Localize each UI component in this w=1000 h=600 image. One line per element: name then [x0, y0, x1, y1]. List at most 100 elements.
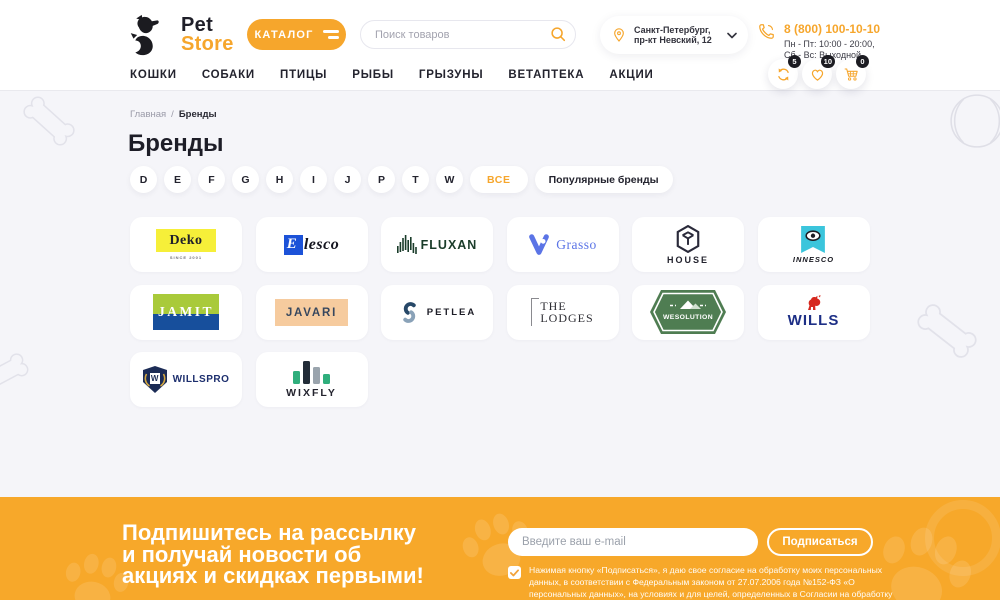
wesolution-logo: WESOLUTION [650, 290, 726, 334]
wixfly-bars-icon [293, 361, 330, 384]
hamburger-icon [323, 30, 339, 39]
phone-number[interactable]: 8 (800) 100-10-10 [784, 22, 880, 36]
letter-filter-d[interactable]: D [130, 166, 157, 193]
nav-item-birds[interactable]: ПТИЦЫ [280, 69, 327, 81]
petlea-swirl-icon [398, 301, 421, 324]
tennis-ball-decoration [948, 92, 1000, 150]
nav-item-sales[interactable]: АКЦИИ [609, 69, 653, 81]
email-input[interactable] [508, 528, 758, 556]
search-icon[interactable] [549, 25, 567, 43]
jamit-logo: JAMIT [153, 294, 219, 330]
javari-logo: JAVARI [275, 299, 348, 326]
bone-decoration [0, 344, 37, 404]
page: Pet Store КАТАЛОГ Санкт-Петербург, пр-кт… [0, 0, 1000, 600]
heart-icon [809, 66, 826, 83]
main-nav: КОШКИ СОБАКИ ПТИЦЫ РЫБЫ ГРЫЗУНЫ ВЕТАПТЕК… [130, 69, 654, 81]
subscribe-button[interactable]: Подписаться [767, 528, 873, 556]
nav-item-cats[interactable]: КОШКИ [130, 69, 177, 81]
brand-card-wesolution[interactable]: WESOLUTION [632, 285, 744, 340]
search [360, 20, 576, 49]
location-pin-icon [611, 26, 627, 44]
innesco-logo: INNESCO [793, 226, 834, 264]
nav-item-fish[interactable]: РЫБЫ [352, 69, 394, 81]
catalog-button-label: КАТАЛОГ [254, 29, 313, 41]
letter-filter-h[interactable]: H [266, 166, 293, 193]
brands-grid: Deko SINCE 2001 Elesco FLUXAN Grasso HOU… [130, 217, 870, 407]
location-selector[interactable]: Санкт-Петербург, пр-кт Невский, 12 [600, 16, 748, 54]
letter-filter-g[interactable]: G [232, 166, 259, 193]
letter-filter-j[interactable]: J [334, 166, 361, 193]
brand-card-grasso[interactable]: Grasso [507, 217, 619, 272]
letter-filter-f[interactable]: F [198, 166, 225, 193]
brand-card-petlea[interactable]: PETLEA [381, 285, 493, 340]
brand-card-deko[interactable]: Deko SINCE 2001 [130, 217, 242, 272]
alphabet-filter: D E F G H I J P T W ВСЕ Популярные бренд… [130, 166, 673, 193]
wills-lion-icon [804, 295, 824, 311]
compare-button[interactable]: 5 [768, 59, 798, 89]
grasso-mark-icon [528, 234, 550, 256]
wixfly-logo: WIXFLY [286, 361, 337, 399]
wesolution-badge-icon [650, 290, 726, 334]
letter-filter-t[interactable]: T [402, 166, 429, 193]
nav-item-dogs[interactable]: СОБАКИ [202, 69, 255, 81]
the-lodges-logo: THE LODGES [531, 298, 593, 327]
petlea-logo: PETLEA [398, 301, 476, 324]
willspro-logo: W WILLSPRO [143, 366, 230, 393]
innesco-eye-badge-icon [801, 226, 825, 253]
brand-card-wixfly[interactable]: WIXFLY [256, 352, 368, 407]
brand-card-the-lodges[interactable]: THE LODGES [507, 285, 619, 340]
bone-decoration [13, 86, 85, 156]
elesco-logo: Elesco [284, 235, 339, 255]
grasso-logo: Grasso [528, 234, 597, 256]
compare-badge: 5 [788, 55, 801, 68]
fluxan-waveform-icon [397, 234, 417, 256]
header: Pet Store КАТАЛОГ Санкт-Петербург, пр-кт… [0, 0, 1000, 90]
letter-filter-e[interactable]: E [164, 166, 191, 193]
letter-filter-w[interactable]: W [436, 166, 463, 193]
bone-decoration [906, 293, 987, 369]
logo[interactable]: Pet Store [128, 13, 234, 57]
search-input[interactable] [360, 20, 576, 49]
petstore-logo-icon [128, 13, 172, 57]
catalog-button[interactable]: КАТАЛОГ [247, 19, 346, 50]
filter-popular-button[interactable]: Популярные бренды [535, 166, 673, 193]
fluxan-logo: FLUXAN [397, 234, 478, 256]
brand-card-fluxan[interactable]: FLUXAN [381, 217, 493, 272]
breadcrumb: Главная/Бренды [130, 109, 217, 120]
favorites-badge: 10 [821, 55, 835, 68]
consent-row: Нажимая кнопку «Подписаться», я даю свое… [508, 565, 912, 600]
house-hexcube-icon [675, 225, 701, 253]
cart-icon [843, 66, 860, 83]
brand-card-willspro[interactable]: W WILLSPRO [130, 352, 242, 407]
cart-button[interactable]: 0 [836, 59, 866, 89]
wills-logo: WILLS [788, 295, 840, 329]
cart-badge: 0 [856, 55, 869, 68]
consent-text: Нажимая кнопку «Подписаться», я даю свое… [529, 565, 912, 600]
willspro-shield-icon: W [143, 366, 167, 393]
newsletter-heading: Подпишитесь на рассылку и получай новост… [122, 522, 424, 587]
nav-item-vet[interactable]: ВЕТАПТЕКА [508, 69, 584, 81]
brand-card-jamit[interactable]: JAMIT [130, 285, 242, 340]
brand-card-house[interactable]: HOUSE [632, 217, 744, 272]
quick-actions: 5 10 0 [768, 59, 866, 89]
deko-logo: Deko [156, 229, 215, 252]
check-icon [510, 569, 519, 577]
phone-icon [757, 22, 776, 41]
brand-card-wills[interactable]: WILLS [758, 285, 870, 340]
brand-card-innesco[interactable]: INNESCO [758, 217, 870, 272]
breadcrumb-current: Бренды [179, 109, 217, 120]
consent-checkbox[interactable] [508, 566, 521, 579]
logo-text: Pet Store [181, 16, 234, 54]
brand-card-elesco[interactable]: Elesco [256, 217, 368, 272]
compare-icon [775, 66, 792, 83]
breadcrumb-home[interactable]: Главная [130, 109, 166, 120]
nav-item-rodents[interactable]: ГРЫЗУНЫ [419, 69, 484, 81]
brand-card-javari[interactable]: JAVARI [256, 285, 368, 340]
letter-filter-p[interactable]: P [368, 166, 395, 193]
favorites-button[interactable]: 10 [802, 59, 832, 89]
page-title: Бренды [128, 130, 223, 158]
filter-all-button[interactable]: ВСЕ [470, 166, 528, 193]
letter-filter-i[interactable]: I [300, 166, 327, 193]
circle-decoration [925, 500, 1000, 576]
location-text: Санкт-Петербург, пр-кт Невский, 12 [634, 25, 720, 46]
